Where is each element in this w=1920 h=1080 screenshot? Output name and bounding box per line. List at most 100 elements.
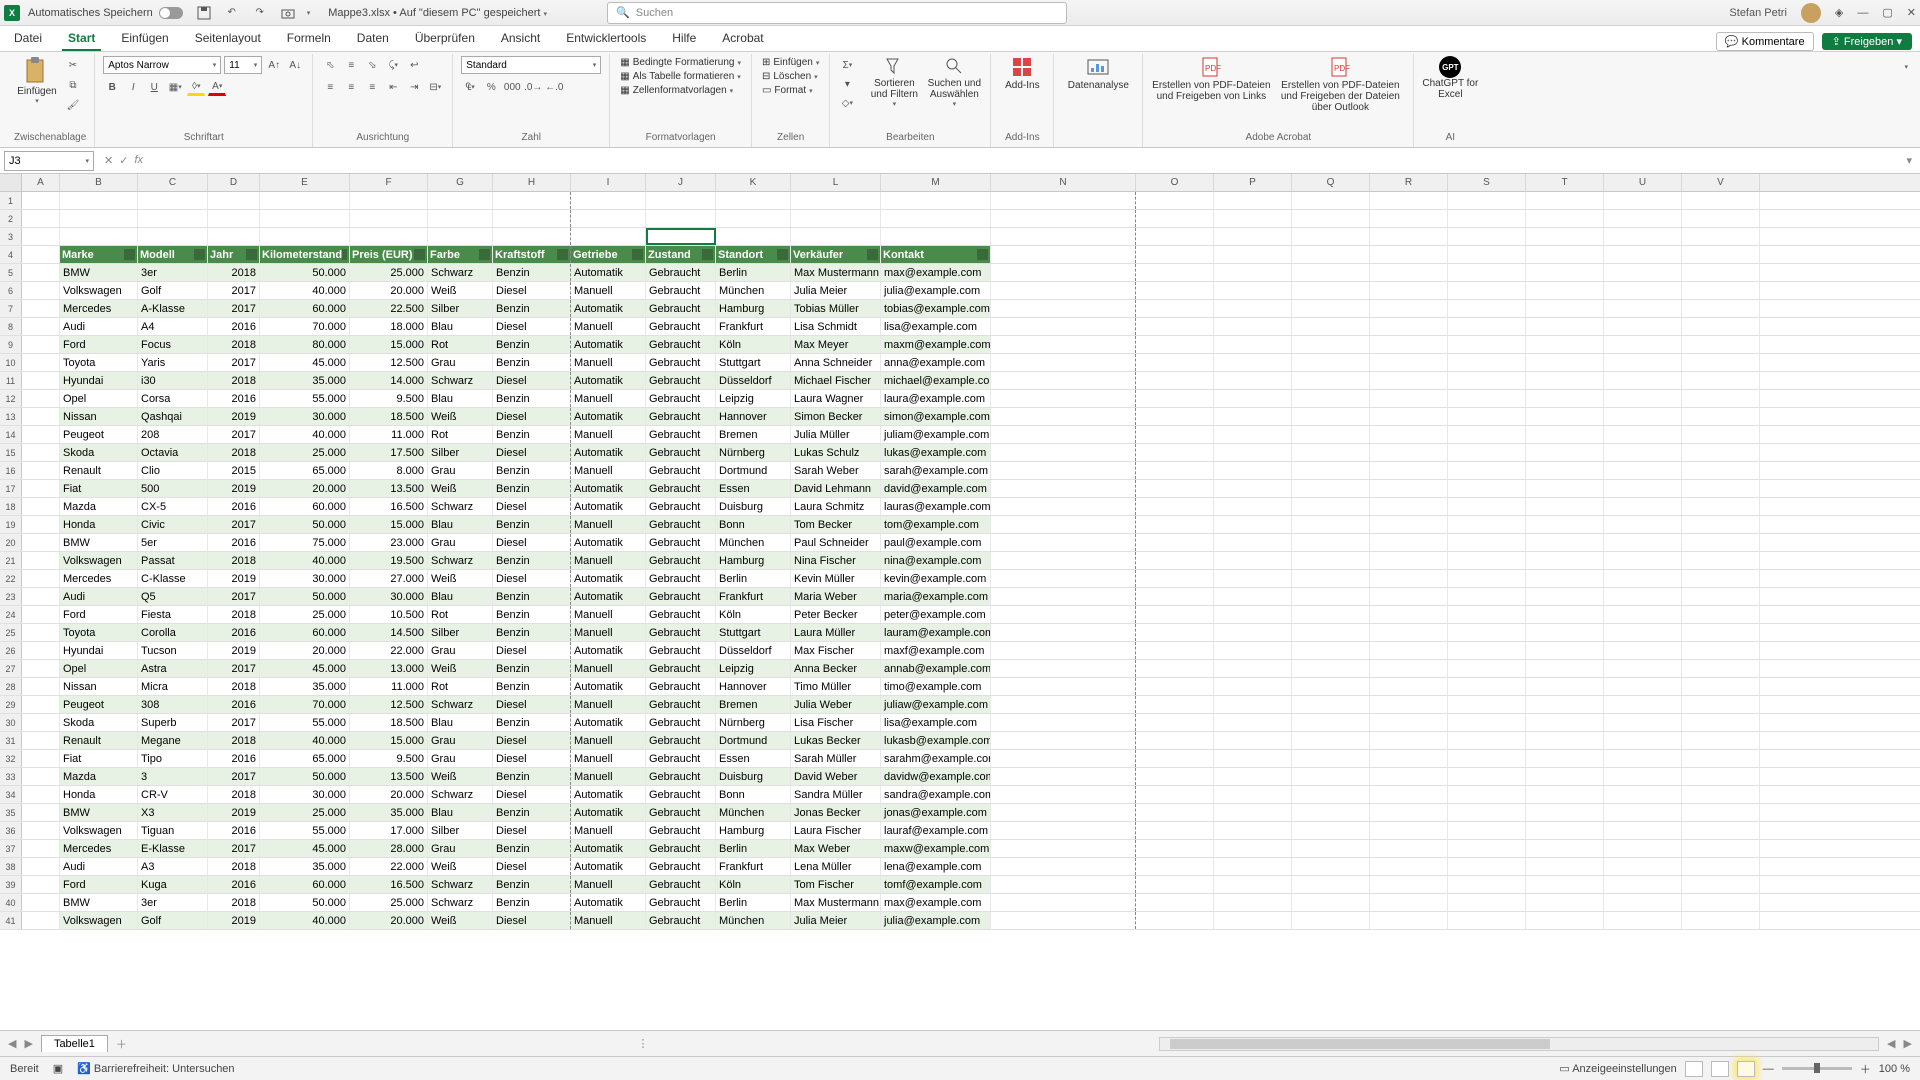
cell[interactable]: [1136, 390, 1214, 407]
col-header-D[interactable]: D: [208, 174, 260, 191]
cell[interactable]: [1292, 192, 1370, 209]
cell[interactable]: Manuell: [571, 696, 646, 713]
cell[interactable]: Peugeot: [60, 426, 138, 443]
cell[interactable]: Diesel: [493, 696, 571, 713]
conditional-formatting-button[interactable]: ▦ Bedingte Formatierung ▾: [618, 56, 743, 69]
cell[interactable]: [1136, 372, 1214, 389]
cell[interactable]: [22, 246, 60, 263]
cell[interactable]: Gebraucht: [646, 786, 716, 803]
cell[interactable]: [1448, 642, 1526, 659]
cell[interactable]: [1448, 588, 1526, 605]
cell[interactable]: Gebraucht: [646, 624, 716, 641]
row-header[interactable]: 3: [0, 228, 22, 245]
comments-button[interactable]: 💬 Kommentare: [1716, 32, 1814, 51]
cell[interactable]: Automatik: [571, 534, 646, 551]
cell[interactable]: Audi: [60, 318, 138, 335]
cell[interactable]: [22, 228, 60, 245]
cell[interactable]: 50.000: [260, 894, 350, 911]
cell[interactable]: [1136, 894, 1214, 911]
cell[interactable]: 70.000: [260, 696, 350, 713]
cell[interactable]: [1370, 750, 1448, 767]
cell[interactable]: Diesel: [493, 372, 571, 389]
cell[interactable]: Gebraucht: [646, 912, 716, 929]
cell[interactable]: [1136, 534, 1214, 551]
row-header[interactable]: 37: [0, 840, 22, 857]
cell[interactable]: Benzin: [493, 354, 571, 371]
cell[interactable]: tomf@example.com: [881, 876, 991, 893]
cell[interactable]: 15.000: [350, 336, 428, 353]
cut-icon[interactable]: ✂: [64, 56, 82, 74]
clear-icon[interactable]: ◇▾: [838, 94, 856, 112]
col-header-J[interactable]: J: [646, 174, 716, 191]
cell[interactable]: [991, 210, 1136, 227]
row-header[interactable]: 40: [0, 894, 22, 911]
row-header[interactable]: 38: [0, 858, 22, 875]
cell[interactable]: [1526, 588, 1604, 605]
cell[interactable]: [1214, 588, 1292, 605]
cell[interactable]: [1682, 282, 1760, 299]
cell[interactable]: [22, 714, 60, 731]
cell[interactable]: Gebraucht: [646, 462, 716, 479]
cell[interactable]: [1136, 480, 1214, 497]
tab-überprüfen[interactable]: Überprüfen: [409, 27, 481, 51]
bold-icon[interactable]: B: [103, 78, 121, 96]
percent-icon[interactable]: %: [482, 78, 500, 96]
cell[interactable]: [1214, 552, 1292, 569]
filter-icon[interactable]: [124, 249, 135, 260]
zoom-level[interactable]: 100 %: [1879, 1063, 1910, 1075]
col-header-K[interactable]: K: [716, 174, 791, 191]
cell[interactable]: Manuell: [571, 624, 646, 641]
cell[interactable]: 2017: [208, 516, 260, 533]
cell[interactable]: [1448, 786, 1526, 803]
cell[interactable]: [1214, 354, 1292, 371]
cell[interactable]: [1526, 606, 1604, 623]
cell[interactable]: Manuell: [571, 822, 646, 839]
cell[interactable]: A-Klasse: [138, 300, 208, 317]
cell[interactable]: Gebraucht: [646, 606, 716, 623]
add-sheet-icon[interactable]: ＋: [116, 1036, 127, 1052]
cell[interactable]: Peter Becker: [791, 606, 881, 623]
col-header-V[interactable]: V: [1682, 174, 1760, 191]
cell[interactable]: 17.000: [350, 822, 428, 839]
col-header-T[interactable]: T: [1526, 174, 1604, 191]
cell[interactable]: Duisburg: [716, 498, 791, 515]
cell[interactable]: Hamburg: [716, 552, 791, 569]
cell[interactable]: [1136, 660, 1214, 677]
data-analysis-button[interactable]: Datenanalyse: [1062, 56, 1134, 91]
filter-icon[interactable]: [342, 249, 347, 260]
cell[interactable]: [1448, 822, 1526, 839]
cell[interactable]: [60, 210, 138, 227]
cell[interactable]: [571, 210, 646, 227]
cell[interactable]: Rot: [428, 336, 493, 353]
cell[interactable]: [991, 696, 1136, 713]
cell[interactable]: Automatik: [571, 498, 646, 515]
cell[interactable]: [1370, 696, 1448, 713]
cell[interactable]: 2019: [208, 480, 260, 497]
cell[interactable]: Blau: [428, 516, 493, 533]
cell[interactable]: [1682, 786, 1760, 803]
cell[interactable]: [1682, 372, 1760, 389]
cell[interactable]: [1370, 264, 1448, 281]
cell[interactable]: maria@example.com: [881, 588, 991, 605]
cell[interactable]: julia@example.com: [881, 912, 991, 929]
cell[interactable]: [1526, 714, 1604, 731]
cell[interactable]: Kevin Müller: [791, 570, 881, 587]
cell[interactable]: 40.000: [260, 426, 350, 443]
cell[interactable]: 50.000: [260, 768, 350, 785]
cell[interactable]: [1604, 678, 1682, 695]
cell[interactable]: Blau: [428, 588, 493, 605]
cell[interactable]: [22, 318, 60, 335]
decrease-font-icon[interactable]: A↓: [286, 56, 304, 74]
cell[interactable]: Blau: [428, 318, 493, 335]
cell[interactable]: [22, 300, 60, 317]
cell[interactable]: [991, 570, 1136, 587]
cell[interactable]: [1136, 570, 1214, 587]
cell[interactable]: 25.000: [350, 894, 428, 911]
cell[interactable]: Q5: [138, 588, 208, 605]
cell[interactable]: [1292, 714, 1370, 731]
cell[interactable]: [1448, 264, 1526, 281]
cell[interactable]: [1370, 768, 1448, 785]
align-middle-icon[interactable]: ≡: [342, 56, 360, 74]
cell[interactable]: [1214, 246, 1292, 263]
cell[interactable]: [1682, 246, 1760, 263]
